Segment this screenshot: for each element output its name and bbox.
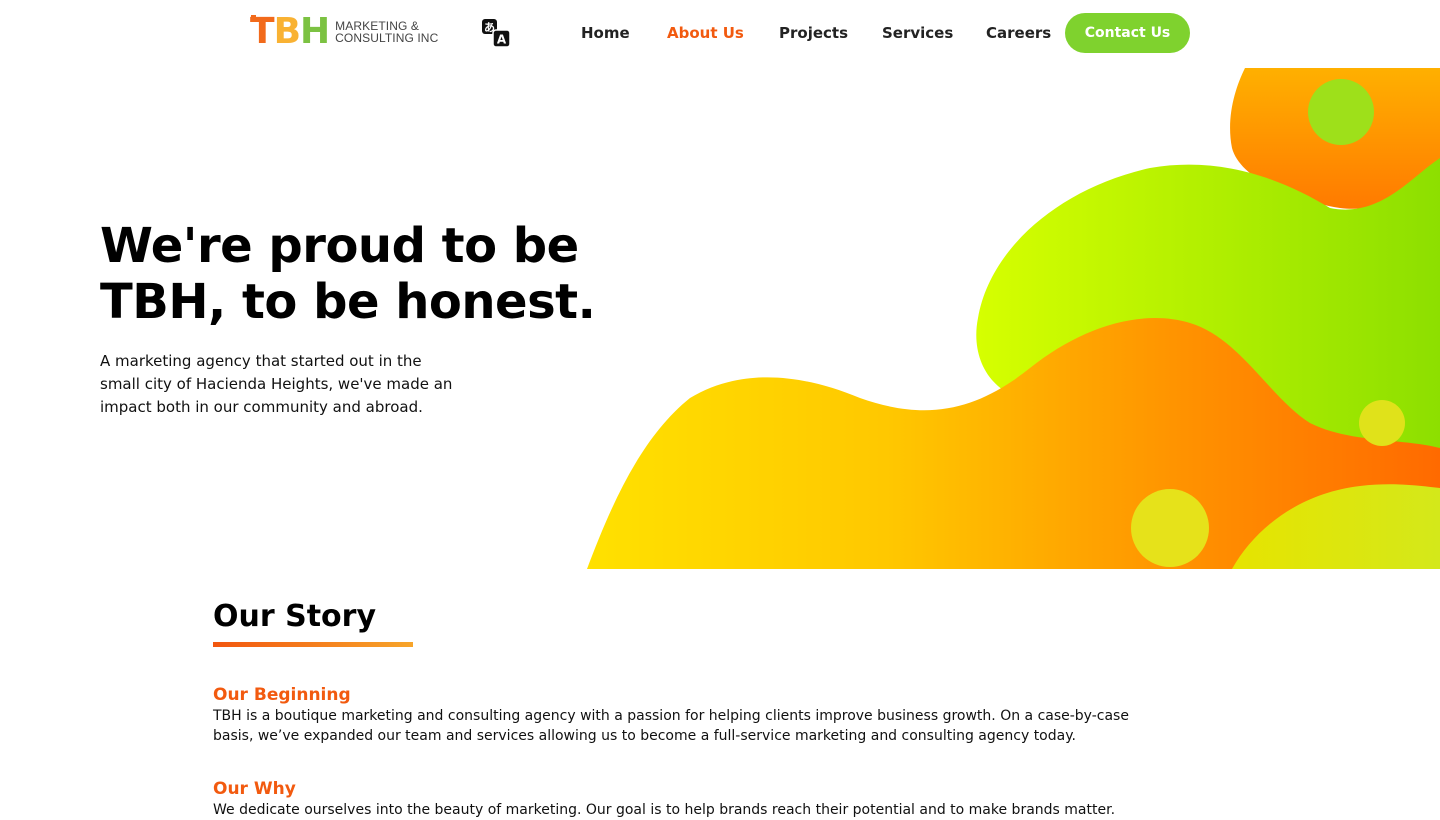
our-beginning-heading: Our Beginning (213, 685, 351, 705)
translate-icon[interactable]: あ A (481, 18, 511, 48)
logo-text-line2: CONSULTING INC (335, 31, 439, 45)
nav-about-us[interactable]: About Us (667, 24, 744, 42)
our-why-text: We dedicate ourselves into the beauty of… (213, 800, 1213, 820)
brand-logo[interactable]: TBH MARKETING & CONSULTING INC (250, 12, 450, 52)
nav-careers[interactable]: Careers (986, 24, 1051, 42)
nav-services[interactable]: Services (882, 24, 953, 42)
svg-text:A: A (497, 33, 507, 47)
logo-tick (251, 15, 256, 20)
site-header: TBH MARKETING & CONSULTING INC あ A Home … (0, 0, 1440, 68)
hero-subtitle-line1: A marketing agency that started out in t… (100, 352, 422, 370)
our-beginning-line1: TBH is a boutique marketing and consulti… (213, 708, 1129, 724)
hero-subtitle-line2: small city of Hacienda Heights, we've ma… (100, 375, 453, 393)
logo-mark: TBH (250, 11, 330, 52)
story-title: Our Story (213, 599, 377, 634)
our-beginning-line2: basis, we’ve expanded our team and servi… (213, 728, 1076, 744)
logo-letter-h: H (300, 11, 330, 52)
hero-subtitle: A marketing agency that started out in t… (100, 350, 500, 419)
our-why-heading: Our Why (213, 779, 296, 799)
about-page: TBH MARKETING & CONSULTING INC あ A Home … (0, 0, 1440, 820)
logo-letter-b: B (273, 11, 301, 52)
our-why-line1: We dedicate ourselves into the beauty of… (213, 802, 1116, 818)
story-title-underline (213, 642, 413, 647)
contact-us-button[interactable]: Contact Us (1065, 13, 1190, 53)
hero-title-line1: We're proud to be (100, 218, 579, 274)
hero-title: We're proud to be TBH, to be honest. (100, 218, 660, 330)
hero-title-line2: TBH, to be honest. (100, 274, 596, 330)
decor-circle-green (1308, 79, 1374, 145)
nav-home[interactable]: Home (581, 24, 630, 42)
nav-projects[interactable]: Projects (779, 24, 848, 42)
hero-subtitle-line3: impact both in our community and abroad. (100, 398, 423, 416)
decor-circle-yellow-small (1359, 400, 1405, 446)
our-beginning-text: TBH is a boutique marketing and consulti… (213, 706, 1213, 746)
logo-text: MARKETING & CONSULTING INC (335, 20, 438, 44)
decor-circle-yellow-large (1131, 489, 1209, 567)
